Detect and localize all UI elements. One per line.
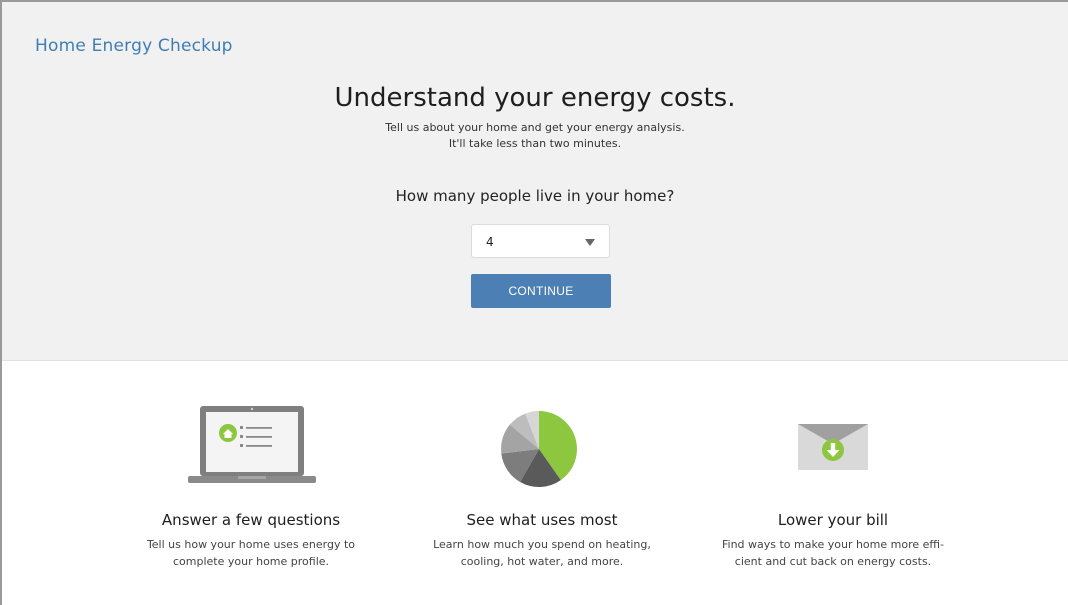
feature-see-what-uses-most: See what uses most Learn how much you sp… <box>392 511 692 570</box>
hero-subtitle-line2: It'll take less than two minutes. <box>448 137 622 150</box>
continue-button[interactable]: CONTINUE <box>471 274 611 308</box>
hero-subtitle-line1: Tell us about your home and get your ene… <box>385 121 685 134</box>
household-size-question: How many people live in your home? <box>395 187 675 205</box>
hero-section: Home Energy Checkup Understand your ener… <box>2 2 1068 361</box>
feature-description: Find ways to make your home more effi- c… <box>683 536 983 570</box>
laptop-icon <box>188 406 316 483</box>
page-headline: Understand your energy costs. <box>334 83 736 113</box>
feature-description-line: Learn how much you spend on heating, <box>433 538 651 551</box>
pie-chart-icon <box>501 411 577 488</box>
feature-description: Tell us how your home uses energy to com… <box>101 536 401 570</box>
app-title[interactable]: Home Energy Checkup <box>35 36 233 56</box>
feature-description-line: cooling, hot water, and more. <box>460 555 624 568</box>
feature-description-line: cient and cut back on energy costs. <box>734 555 932 568</box>
feature-title: See what uses most <box>466 511 618 529</box>
household-size-value: 4 <box>486 235 494 249</box>
household-size-select[interactable]: 4 <box>471 224 610 258</box>
feature-answer-questions: Answer a few questions Tell us how your … <box>101 511 401 570</box>
feature-title: Lower your bill <box>777 511 889 529</box>
feature-description-line: Tell us how your home uses energy to <box>146 538 356 551</box>
feature-lower-your-bill: Lower your bill Find ways to make your h… <box>683 511 983 570</box>
feature-title: Answer a few questions <box>161 511 341 529</box>
envelope-download-icon <box>798 424 868 470</box>
feature-description: Learn how much you spend on heating, coo… <box>392 536 692 570</box>
feature-description-line: Find ways to make your home more effi- <box>721 538 945 551</box>
chevron-down-icon <box>585 239 595 246</box>
feature-description-line: complete your home profile. <box>172 555 330 568</box>
